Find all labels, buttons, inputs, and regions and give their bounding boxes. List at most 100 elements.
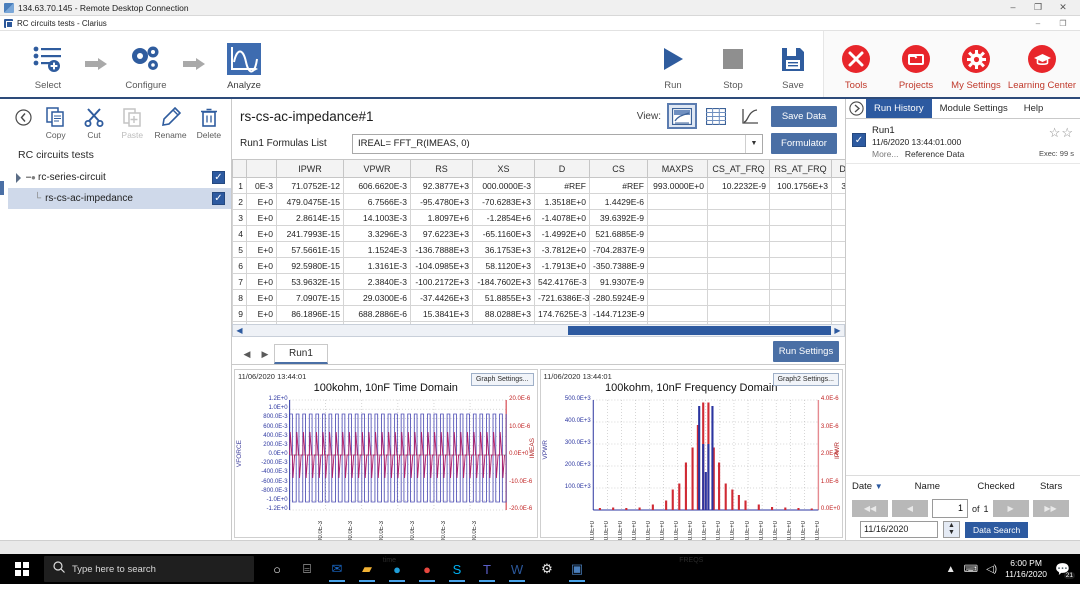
rdp-restore-button[interactable]: ❐ [1032, 3, 1044, 12]
table-cell[interactable]: -1.7913E+0 [535, 258, 590, 274]
view-sheet-button[interactable] [703, 105, 729, 127]
table-cell[interactable]: E+0 [247, 290, 277, 306]
table-cell[interactable]: -721.6386E-3 [535, 290, 590, 306]
ribbon-stop-button[interactable]: Stop [703, 37, 763, 91]
table-column-RS_AT_FRQ[interactable]: RS_AT_FRQ [770, 160, 832, 178]
explorer-copy-button[interactable]: Copy [38, 105, 74, 140]
table-row[interactable]: 7E+053.9632E-152.3840E-3-100.2172E+3-184… [233, 274, 846, 290]
formulator-button[interactable]: Formulator [771, 133, 837, 154]
table-cell[interactable]: 88.0288E+3 [473, 306, 535, 322]
table-cell[interactable]: 91.9307E-9 [590, 274, 648, 290]
table-row[interactable]: 5E+057.5661E-151.1524E-3-136.7888E+336.1… [233, 242, 846, 258]
table-cell[interactable] [832, 258, 846, 274]
run-item-more-link[interactable]: More... [872, 149, 898, 159]
table-cell[interactable] [708, 290, 770, 306]
table-cell[interactable] [770, 242, 832, 258]
explorer-rename-button[interactable]: Rename [152, 105, 188, 140]
table-cell[interactable] [708, 306, 770, 322]
app-restore-button[interactable]: ❐ [1058, 19, 1068, 28]
table-cell[interactable]: 53.9632E-15 [277, 274, 344, 290]
network-icon[interactable]: ⌨ [964, 564, 978, 575]
table-cell[interactable]: #REF [590, 178, 648, 194]
table-horizontal-scrollbar[interactable]: ◀ ▶ [232, 324, 845, 337]
table-cell[interactable] [648, 194, 708, 210]
table-row[interactable]: 6E+092.5980E-151.3161E-3-104.0985E+358.1… [233, 258, 846, 274]
table-cell[interactable] [708, 226, 770, 242]
table-row[interactable]: 2E+0479.0475E-156.7566E-3-95.4780E+3-70.… [233, 194, 846, 210]
table-cell[interactable] [832, 210, 846, 226]
table-cell[interactable] [770, 290, 832, 306]
notification-icon[interactable]: 💬21 [1055, 562, 1074, 576]
table-cell[interactable]: 1.1524E-3 [344, 242, 411, 258]
table-cell[interactable] [832, 194, 846, 210]
word-icon[interactable]: W [504, 556, 530, 582]
teams-icon[interactable]: T [474, 556, 500, 582]
table-cell[interactable]: -1.2854E+6 [473, 210, 535, 226]
date-filter-input[interactable]: 11/16/2020 [860, 521, 938, 538]
table-cell[interactable]: 1.3518E+0 [535, 194, 590, 210]
table-row[interactable]: 9E+086.1896E-15688.2886E-615.3841E+388.0… [233, 306, 846, 322]
table-row[interactable]: 4E+0241.7993E-153.3296E-397.6223E+3-65.1… [233, 226, 846, 242]
table-cell[interactable]: 57.5661E-15 [277, 242, 344, 258]
table-cell[interactable]: E+0 [247, 242, 277, 258]
table-cell[interactable] [770, 226, 832, 242]
table-cell[interactable]: 174.7625E-3 [535, 306, 590, 322]
ribbon-my-settings-button[interactable]: My Settings [946, 37, 1006, 91]
table-cell[interactable]: -704.2837E-9 [590, 242, 648, 258]
scroll-right-icon[interactable]: ▶ [831, 326, 844, 335]
table-cell[interactable]: -95.4780E+3 [411, 194, 473, 210]
table-cell[interactable]: 10.2232E-9 [708, 178, 770, 194]
expand-triangle-icon[interactable] [16, 173, 21, 183]
bottom-scrollbar[interactable] [981, 542, 1071, 553]
table-cell[interactable] [648, 306, 708, 322]
pager-last-button[interactable]: ▶▶ [1033, 500, 1069, 517]
tab-help[interactable]: Help [1016, 99, 1052, 118]
outlook-icon[interactable]: ✉ [324, 556, 350, 582]
windows-start-icon[interactable] [0, 562, 44, 576]
table-cell[interactable] [832, 290, 846, 306]
table-cell[interactable]: 39.6392E-9 [590, 210, 648, 226]
task-view-icon[interactable]: ⌸ [294, 556, 320, 582]
table-column-MAXPS[interactable]: MAXPS [648, 160, 708, 178]
graph2-settings-button[interactable]: Graph2 Settings... [773, 373, 839, 386]
table-cell[interactable] [648, 210, 708, 226]
table-cell[interactable]: 51.8855E+3 [473, 290, 535, 306]
table-cell[interactable] [648, 258, 708, 274]
tab-run-history[interactable]: Run History [866, 99, 932, 118]
table-cell[interactable] [648, 274, 708, 290]
ribbon-select-button[interactable]: Select [18, 37, 78, 91]
table-cell[interactable]: 1.3161E-3 [344, 258, 411, 274]
table-cell[interactable]: 71.0752E-12 [277, 178, 344, 194]
column-name[interactable]: Name [915, 481, 978, 492]
table-cell[interactable] [770, 258, 832, 274]
table-column-blank1[interactable] [247, 160, 277, 178]
explorer-cut-button[interactable]: Cut [76, 105, 112, 140]
table-cell[interactable]: 000.0000E-3 [473, 178, 535, 194]
explorer-delete-button[interactable]: Delete [191, 105, 227, 140]
table-cell[interactable]: 92.3877E+3 [411, 178, 473, 194]
table-cell[interactable]: 29.0300E-6 [344, 290, 411, 306]
file-explorer-icon[interactable]: ▰ [354, 556, 380, 582]
taskbar-search-input[interactable]: Type here to search [44, 556, 254, 582]
table-cell[interactable]: E+0 [247, 226, 277, 242]
table-row[interactable]: 3E+02.8614E-1514.1003E-31.8097E+6-1.2854… [233, 210, 846, 226]
edge-icon[interactable]: ● [384, 556, 410, 582]
graph-settings-button[interactable]: Graph Settings... [471, 373, 534, 386]
table-cell[interactable] [708, 210, 770, 226]
table-cell[interactable] [832, 242, 846, 258]
table-cell[interactable]: 521.6885E-9 [590, 226, 648, 242]
data-search-button[interactable]: Data Search [965, 522, 1028, 538]
table-column-VPWR[interactable]: VPWR [344, 160, 411, 178]
table-cell[interactable]: -184.7602E+3 [473, 274, 535, 290]
table-cell[interactable]: 2.3840E-3 [344, 274, 411, 290]
table-cell[interactable]: -65.1160E+3 [473, 226, 535, 242]
table-cell[interactable]: 3.3296E-3 [344, 226, 411, 242]
ribbon-configure-button[interactable]: Configure [116, 37, 176, 91]
ribbon-projects-button[interactable]: Projects [886, 37, 946, 91]
table-cell[interactable]: -100.2172E+3 [411, 274, 473, 290]
table-cell[interactable]: 321.5748E-3 [832, 178, 846, 194]
app-minimize-button[interactable]: – [1033, 19, 1043, 28]
save-data-button[interactable]: Save Data [771, 106, 837, 127]
rdp-close-button[interactable]: ✕ [1057, 3, 1069, 12]
table-cell[interactable]: 688.2886E-6 [344, 306, 411, 322]
